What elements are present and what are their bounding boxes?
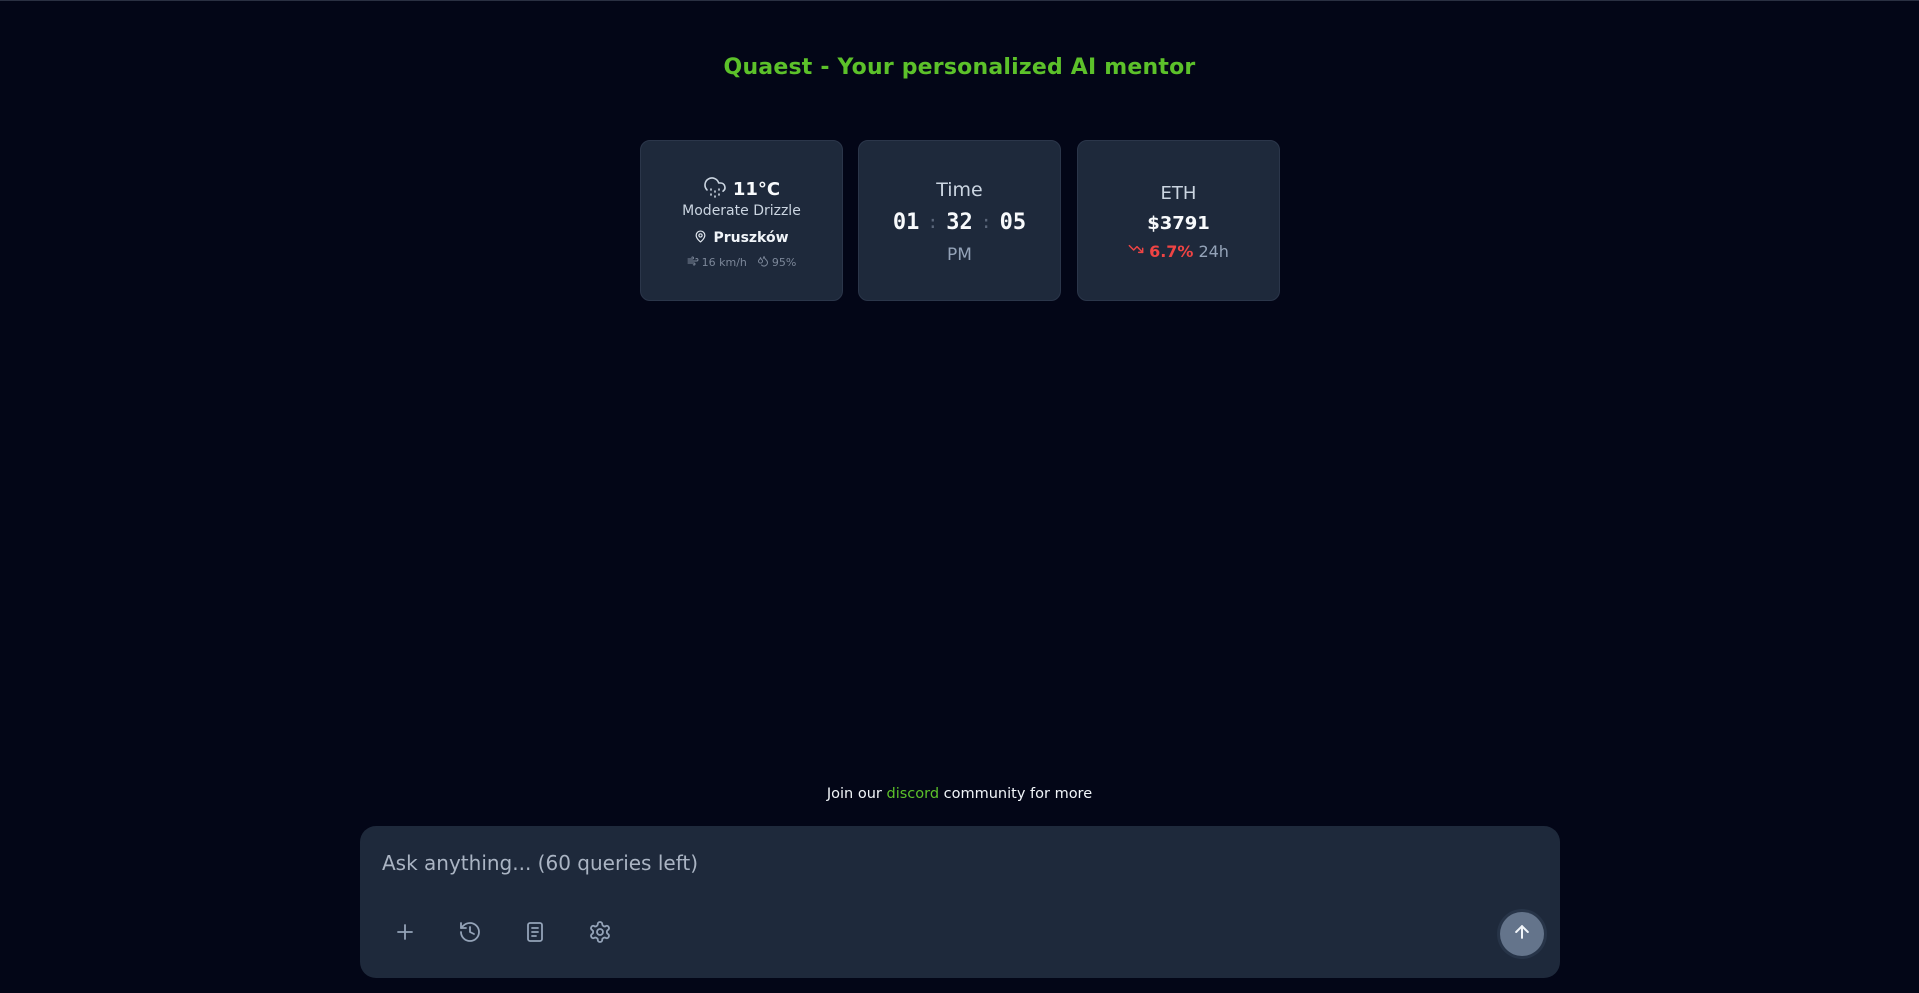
weather-condition: Moderate Drizzle [682,203,801,219]
weather-location-row: Pruszków [641,228,842,247]
weather-wind-value: 16 km/h [701,256,747,269]
widget-cards: 11°C Moderate Drizzle Pruszków 16 km/h 9… [640,140,1280,301]
discord-link[interactable]: discord [886,786,939,802]
time-card: Time 01 : 32 : 05 PM [858,140,1061,301]
clock-separator: : [927,212,939,233]
history-icon [458,920,482,948]
send-button[interactable] [1500,912,1544,956]
weather-humidity: 95% [757,255,796,270]
weather-temperature: 11°C [732,178,781,200]
wind-icon [687,255,699,270]
map-pin-icon [694,228,707,247]
library-button[interactable] [518,917,552,951]
clock-display: 01 : 32 : 05 [859,210,1060,235]
crypto-change: 6.7% [1149,241,1194,261]
weather-card: 11°C Moderate Drizzle Pruszków 16 km/h 9… [640,140,843,301]
plus-icon [393,920,417,948]
discord-invite-suffix: community for more [939,786,1093,802]
history-button[interactable] [453,917,487,951]
settings-icon [588,920,612,948]
weather-location: Pruszków [713,229,789,246]
crypto-symbol: ETH [1160,183,1197,204]
clock-separator: : [980,212,992,233]
discord-invite: Join our discord community for more [0,786,1919,802]
weather-humidity-value: 95% [771,256,797,269]
time-label: Time [936,179,983,201]
book-icon [523,920,547,948]
arrow-up-icon [1512,922,1532,946]
discord-invite-prefix: Join our [826,786,887,802]
chat-composer [360,826,1560,978]
clock-ampm: PM [947,245,972,265]
crypto-change-row: 6.7% 24h [1078,241,1279,261]
clock-seconds: 05 [999,210,1027,235]
trending-down-icon [1128,241,1144,261]
clock-hours: 01 [892,210,920,235]
ask-input[interactable] [380,840,1484,886]
new-chat-button[interactable] [388,917,422,951]
crypto-price: $3791 [1147,213,1210,234]
top-border [0,0,1919,1]
cloud-drizzle-icon [703,175,727,203]
crypto-period: 24h [1198,241,1229,261]
crypto-card: ETH $3791 6.7% 24h [1077,140,1280,301]
weather-temp-row: 11°C [641,175,842,203]
weather-wind: 16 km/h [687,255,747,270]
clock-minutes: 32 [946,210,973,235]
droplet-icon [757,255,769,270]
page-title: Quaest - Your personalized AI mentor [723,55,1196,80]
weather-meta: 16 km/h 95% [641,255,842,270]
settings-button[interactable] [583,917,617,951]
